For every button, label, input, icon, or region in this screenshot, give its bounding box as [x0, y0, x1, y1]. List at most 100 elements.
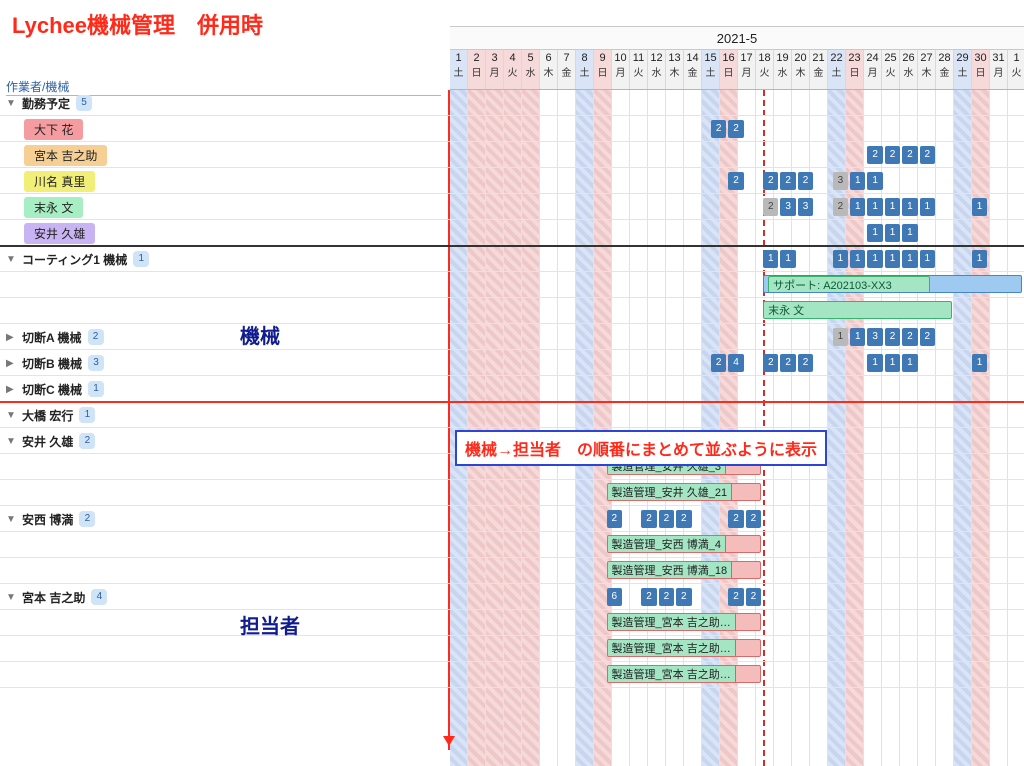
workload-cell[interactable]: 1	[972, 198, 987, 216]
workload-cell[interactable]: 2	[833, 198, 848, 216]
day-header: 15土	[702, 50, 720, 89]
workload-cell[interactable]: 2	[711, 354, 726, 372]
section-machine: 機械	[240, 320, 280, 349]
workload-cell[interactable]: 2	[641, 510, 656, 528]
workload-cell[interactable]: 1	[885, 250, 900, 268]
group-cutA[interactable]: ▶切断A 機械2113222	[0, 324, 1024, 350]
workload-cell[interactable]: 2	[607, 510, 622, 528]
group-kinmu[interactable]: ▼勤務予定5	[0, 90, 1024, 116]
workload-cell[interactable]: 3	[780, 198, 795, 216]
workload-cell[interactable]: 1	[885, 354, 900, 372]
workload-cell[interactable]: 1	[867, 250, 882, 268]
workload-cell[interactable]: 2	[728, 510, 743, 528]
workload-cell[interactable]: 1	[902, 250, 917, 268]
workload-cell[interactable]: 2	[780, 172, 795, 190]
group-ohashi[interactable]: ▼大橋 宏行1	[0, 402, 1024, 428]
chevron-down-icon[interactable]: ▼	[6, 592, 18, 603]
group-coating[interactable]: ▼コーティング1 機械1111111111	[0, 246, 1024, 272]
workload-cell[interactable]: 2	[728, 172, 743, 190]
tag-p1[interactable]: 大下 花	[24, 119, 83, 140]
workload-cell[interactable]: 1	[763, 250, 778, 268]
workload-cell[interactable]: 2	[728, 588, 743, 606]
workload-cell[interactable]: 1	[867, 198, 882, 216]
tag-p2[interactable]: 宮本 吉之助	[24, 145, 107, 166]
workload-cell[interactable]: 2	[798, 354, 813, 372]
task-bar[interactable]: 末永 文	[763, 301, 952, 319]
task-bar[interactable]: 製造管理_安西 博満_18	[607, 561, 762, 579]
tag-p3[interactable]: 川名 真里	[24, 171, 95, 192]
chevron-right-icon[interactable]: ▶	[6, 358, 18, 369]
workload-cell[interactable]: 2	[885, 328, 900, 346]
workload-cell[interactable]: 2	[711, 120, 726, 138]
workload-cell[interactable]: 3	[833, 172, 848, 190]
chevron-down-icon[interactable]: ▼	[6, 410, 18, 421]
day-header: 13木	[666, 50, 684, 89]
chevron-down-icon[interactable]: ▼	[6, 254, 18, 265]
workload-cell[interactable]: 1	[920, 198, 935, 216]
workload-cell[interactable]: 4	[728, 354, 743, 372]
workload-cell[interactable]: 1	[867, 172, 882, 190]
chevron-right-icon[interactable]: ▶	[6, 332, 18, 343]
workload-cell[interactable]: 1	[833, 250, 848, 268]
group-miya[interactable]: ▼宮本 吉之助4622222	[0, 584, 1024, 610]
workload-cell[interactable]: 2	[902, 328, 917, 346]
task-bar[interactable]: サポート: A202103-XX3	[763, 275, 1022, 293]
workload-cell[interactable]: 3	[867, 328, 882, 346]
day-header: 10月	[612, 50, 630, 89]
chevron-down-icon[interactable]: ▼	[6, 514, 18, 525]
workload-cell[interactable]: 1	[902, 198, 917, 216]
workload-cell[interactable]: 2	[746, 510, 761, 528]
workload-cell[interactable]: 1	[972, 354, 987, 372]
workload-cell[interactable]: 2	[920, 328, 935, 346]
workload-cell[interactable]: 1	[850, 198, 865, 216]
workload-cell[interactable]: 2	[676, 588, 691, 606]
workload-cell[interactable]: 2	[763, 172, 778, 190]
task-bar[interactable]: 製造管理_宮本 吉之助…	[607, 639, 762, 657]
workload-cell[interactable]: 6	[607, 588, 622, 606]
day-header: 31月	[990, 50, 1008, 89]
day-header: 29土	[954, 50, 972, 89]
workload-cell[interactable]: 2	[920, 146, 935, 164]
workload-cell[interactable]: 2	[780, 354, 795, 372]
group-cutB[interactable]: ▶切断B 機械3242221111	[0, 350, 1024, 376]
workload-cell[interactable]: 1	[920, 250, 935, 268]
workload-cell[interactable]: 2	[641, 588, 656, 606]
workload-cell[interactable]: 1	[867, 224, 882, 242]
workload-cell[interactable]: 2	[798, 172, 813, 190]
workload-cell[interactable]: 2	[763, 354, 778, 372]
workload-cell[interactable]: 2	[659, 588, 674, 606]
tag-p4[interactable]: 末永 文	[24, 197, 83, 218]
group-anzai[interactable]: ▼安西 博満2222222	[0, 506, 1024, 532]
chevron-right-icon[interactable]: ▶	[6, 384, 18, 395]
workload-cell[interactable]: 2	[902, 146, 917, 164]
group-cutC[interactable]: ▶切断C 機械1	[0, 376, 1024, 402]
chevron-down-icon[interactable]: ▼	[6, 436, 18, 447]
chevron-down-icon[interactable]: ▼	[6, 98, 18, 109]
workload-cell[interactable]: 1	[833, 328, 848, 346]
tag-p5[interactable]: 安井 久雄	[24, 223, 95, 244]
task-bar[interactable]: 製造管理_安西 博満_4	[607, 535, 762, 553]
task-bar[interactable]: 製造管理_宮本 吉之助…	[607, 665, 762, 683]
workload-cell[interactable]: 1	[850, 328, 865, 346]
workload-cell[interactable]: 2	[676, 510, 691, 528]
workload-cell[interactable]: 1	[885, 198, 900, 216]
workload-cell[interactable]: 1	[850, 250, 865, 268]
workload-cell[interactable]: 1	[885, 224, 900, 242]
workload-cell[interactable]: 1	[972, 250, 987, 268]
workload-cell[interactable]: 2	[885, 146, 900, 164]
workload-cell[interactable]: 2	[746, 588, 761, 606]
workload-cell[interactable]: 1	[850, 172, 865, 190]
workload-cell[interactable]: 2	[867, 146, 882, 164]
workload-cell[interactable]: 2	[659, 510, 674, 528]
workload-cell[interactable]: 1	[902, 354, 917, 372]
workload-cell[interactable]: 2	[728, 120, 743, 138]
task-bar[interactable]: 製造管理_宮本 吉之助…	[607, 613, 762, 631]
workload-cell[interactable]: 1	[780, 250, 795, 268]
task-bar[interactable]: 製造管理_安井 久雄_21	[607, 483, 762, 501]
workload-cell[interactable]: 1	[902, 224, 917, 242]
day-header: 12水	[648, 50, 666, 89]
day-header: 8土	[576, 50, 594, 89]
workload-cell[interactable]: 3	[798, 198, 813, 216]
workload-cell[interactable]: 1	[867, 354, 882, 372]
workload-cell[interactable]: 2	[763, 198, 778, 216]
